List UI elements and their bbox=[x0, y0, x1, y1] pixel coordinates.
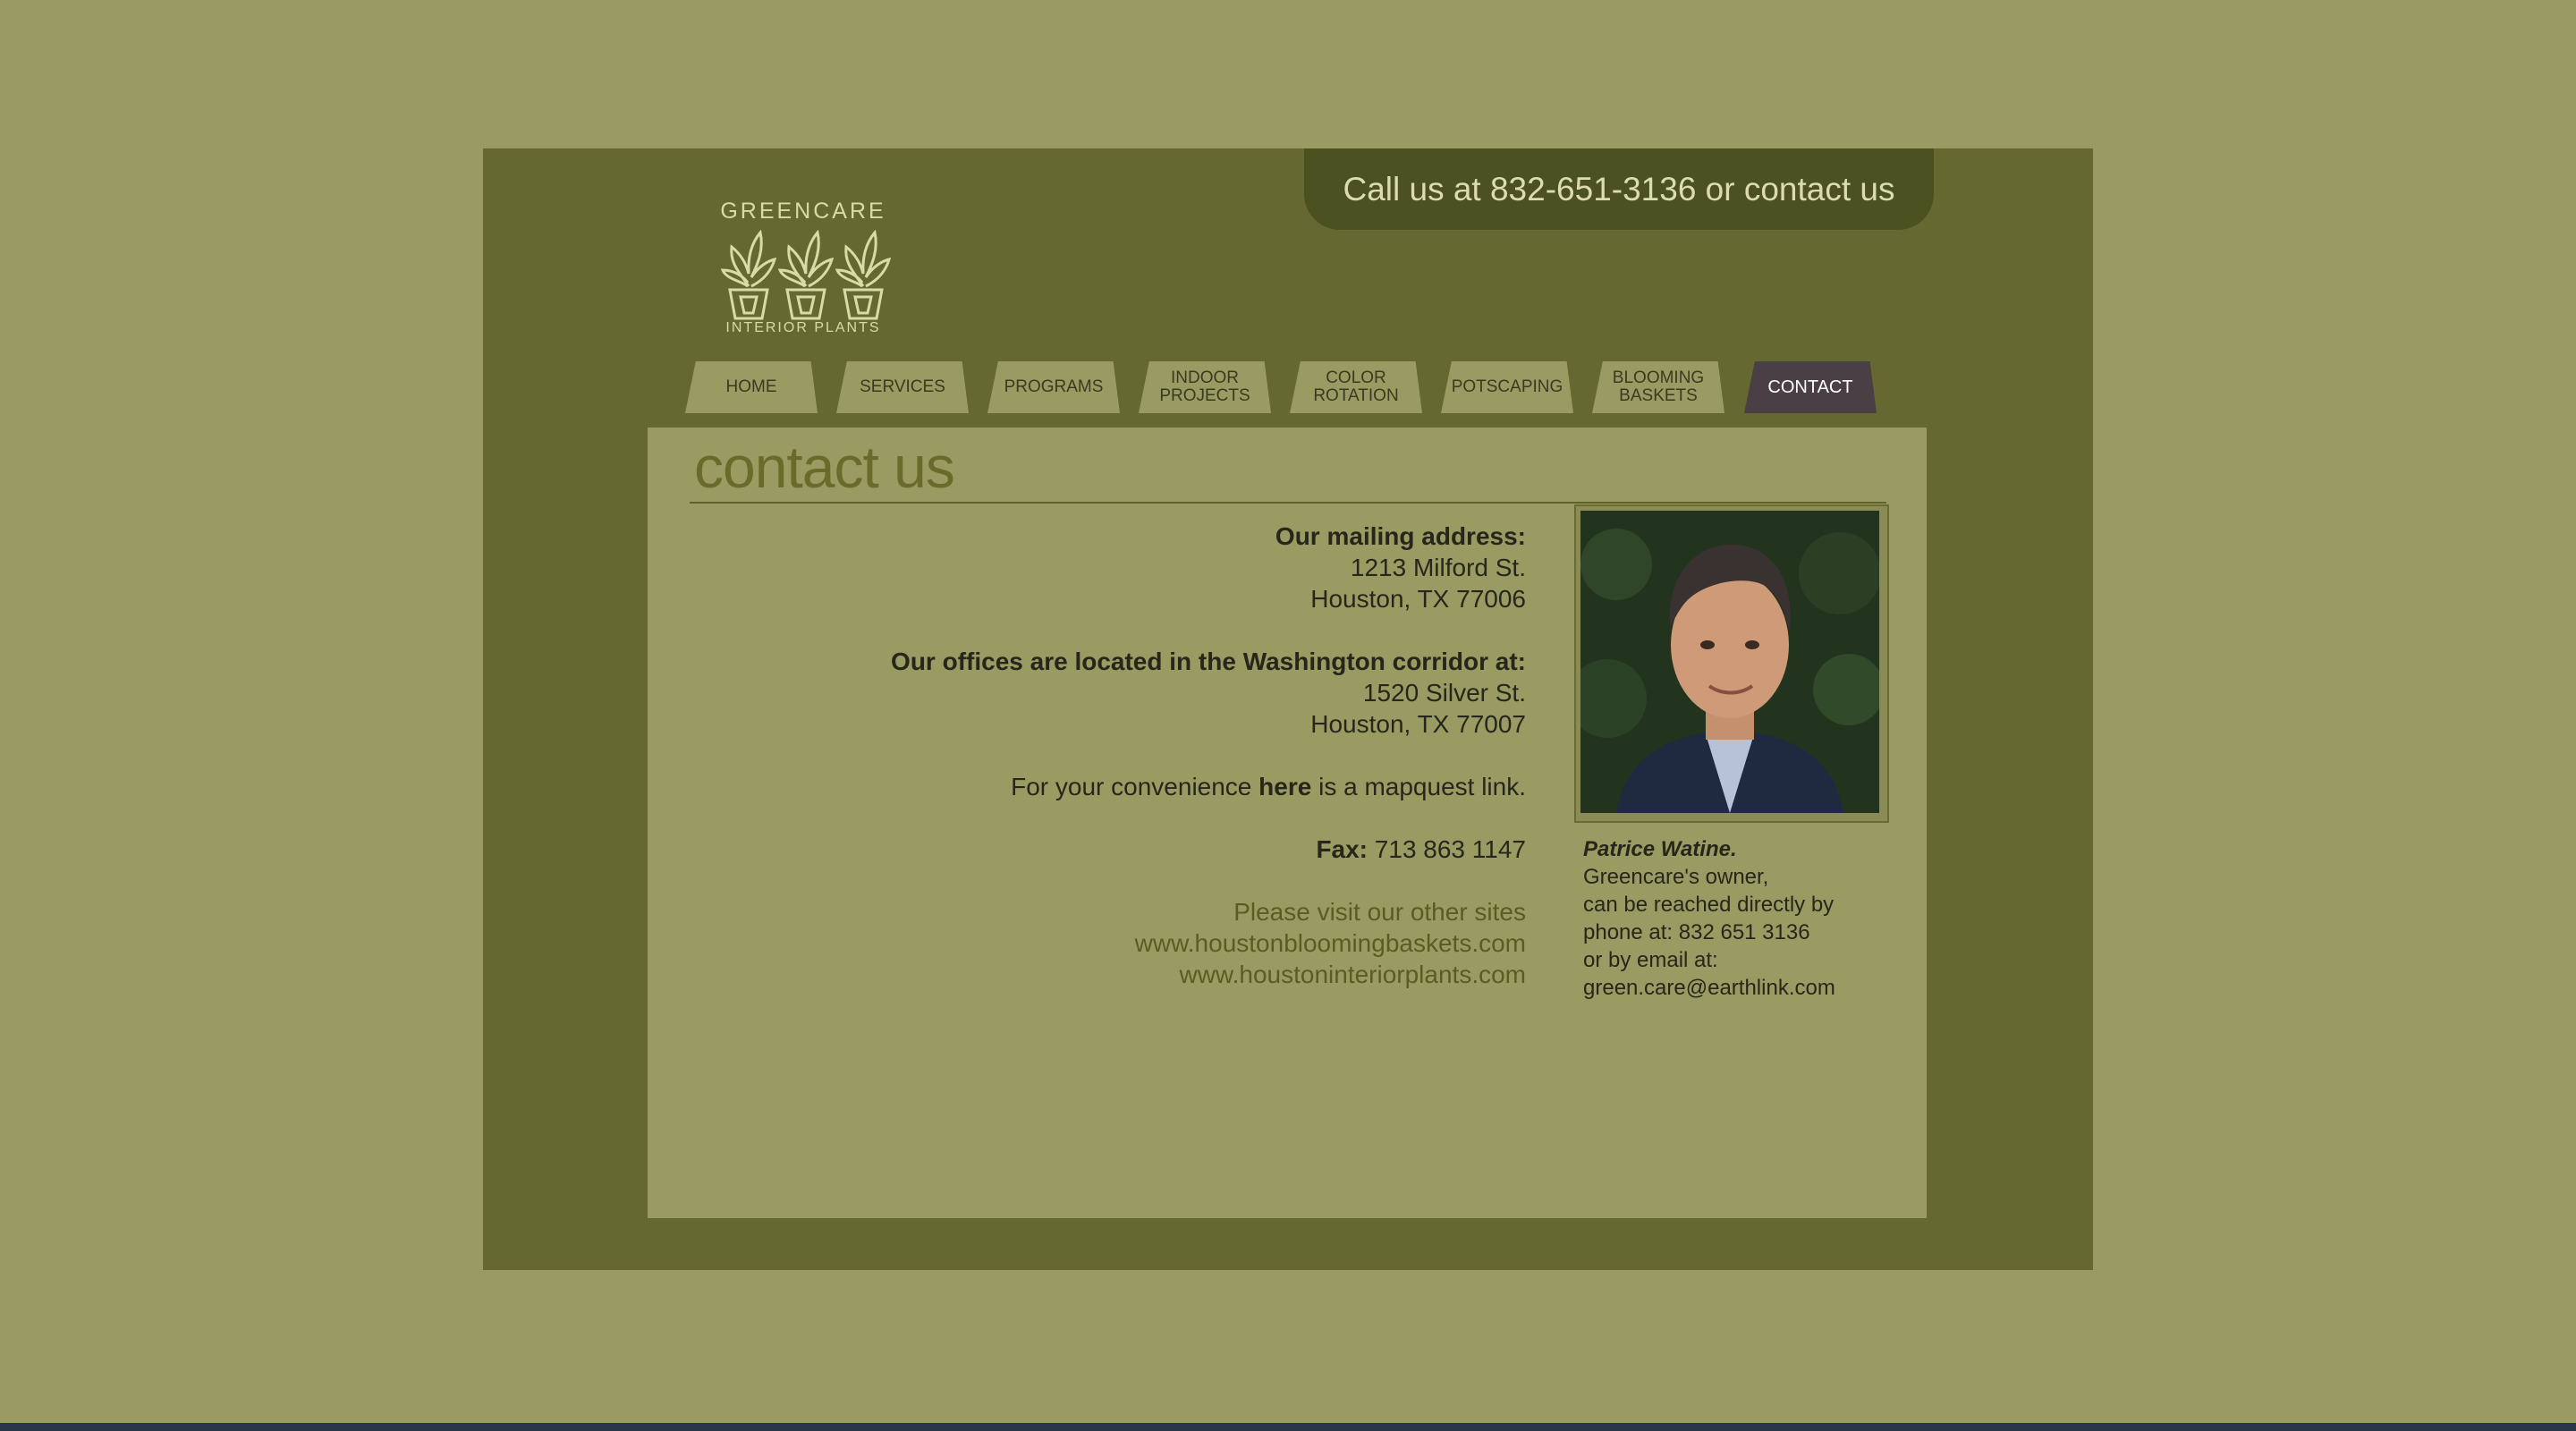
title-divider bbox=[690, 502, 1886, 504]
tab-programs[interactable]: PROGRAMS bbox=[987, 361, 1120, 413]
tab-programs-label: PROGRAMS bbox=[1004, 377, 1104, 396]
tab-home[interactable]: HOME bbox=[685, 361, 818, 413]
tab-home-label: HOME bbox=[725, 377, 777, 396]
blooming-baskets-link[interactable]: www.houstonbloomingbaskets.com bbox=[1135, 929, 1526, 957]
tab-blooming-baskets-label: BLOOMING BASKETS bbox=[1612, 368, 1705, 405]
mailing-line-2: Houston, TX 77006 bbox=[1310, 585, 1526, 613]
offices-line-2: Houston, TX 77007 bbox=[1310, 710, 1526, 738]
potted-plants-icon bbox=[720, 229, 892, 320]
tab-services[interactable]: SERVICES bbox=[836, 361, 969, 413]
tab-potscaping-label: POTSCAPING bbox=[1451, 377, 1563, 396]
fax-line: Fax: 713 863 1147 bbox=[1316, 835, 1526, 863]
owner-photo bbox=[1574, 504, 1889, 823]
main-nav: HOME SERVICES PROGRAMS INDOOR PROJECTS CO… bbox=[483, 361, 2093, 413]
owner-portrait-image bbox=[1580, 511, 1879, 813]
window-bottom-edge bbox=[0, 1423, 2576, 1431]
logo-tagline: INTERIOR PLANTS bbox=[725, 320, 881, 335]
tab-blooming-baskets[interactable]: BLOOMING BASKETS bbox=[1592, 361, 1724, 413]
logo-brand: GREENCARE bbox=[720, 199, 886, 224]
owner-caption: Patrice Watine. Greencare's owner, can b… bbox=[1583, 835, 1923, 1002]
call-banner-text: Call us at 832-651-3136 or contact us bbox=[1343, 171, 1895, 207]
owner-name: Patrice Watine. bbox=[1583, 837, 1737, 861]
mapquest-link[interactable]: here bbox=[1258, 773, 1311, 800]
call-banner[interactable]: Call us at 832-651-3136 or contact us bbox=[1304, 148, 1934, 230]
other-sites-intro: Please visit our other sites bbox=[1233, 898, 1526, 926]
tab-potscaping[interactable]: POTSCAPING bbox=[1441, 361, 1573, 413]
offices-line-1: 1520 Silver St. bbox=[1362, 679, 1526, 707]
tab-indoor-projects[interactable]: INDOOR PROJECTS bbox=[1139, 361, 1271, 413]
tab-indoor-projects-label: INDOOR PROJECTS bbox=[1159, 368, 1250, 405]
owner-phone: phone at: 832 651 3136 bbox=[1583, 920, 1810, 944]
content-panel: contact us Our mailing address: 1213 Mil… bbox=[648, 428, 1927, 1218]
owner-line-2: can be reached directly by bbox=[1583, 893, 1835, 917]
page-frame: Call us at 832-651-3136 or contact us GR… bbox=[483, 148, 2093, 1270]
tab-contact-label: CONTACT bbox=[1767, 377, 1853, 397]
interior-plants-link[interactable]: www.houstoninteriorplants.com bbox=[1179, 961, 1526, 988]
owner-email[interactable]: green.care@earthlink.com bbox=[1583, 974, 1923, 1002]
mailing-label: Our mailing address: bbox=[1275, 522, 1526, 550]
owner-line-4: or by email at: bbox=[1583, 948, 1718, 972]
tab-color-rotation-label: COLOR ROTATION bbox=[1313, 368, 1399, 405]
mapquest-sentence: For your convenience here is a mapquest … bbox=[1011, 773, 1526, 800]
owner-line-1: Greencare's owner, bbox=[1583, 865, 1769, 889]
greencare-logo[interactable]: GREENCARE INTERIOR PLANTS bbox=[705, 199, 902, 342]
page-title: contact us bbox=[694, 434, 955, 500]
address-block: Our mailing address: 1213 Milford St. Ho… bbox=[737, 521, 1526, 990]
mailing-line-1: 1213 Milford St. bbox=[1350, 554, 1526, 581]
offices-label: Our offices are located in the Washingto… bbox=[891, 648, 1526, 675]
tab-contact[interactable]: CONTACT bbox=[1744, 361, 1877, 413]
tab-services-label: SERVICES bbox=[860, 377, 945, 396]
tab-color-rotation[interactable]: COLOR ROTATION bbox=[1290, 361, 1422, 413]
